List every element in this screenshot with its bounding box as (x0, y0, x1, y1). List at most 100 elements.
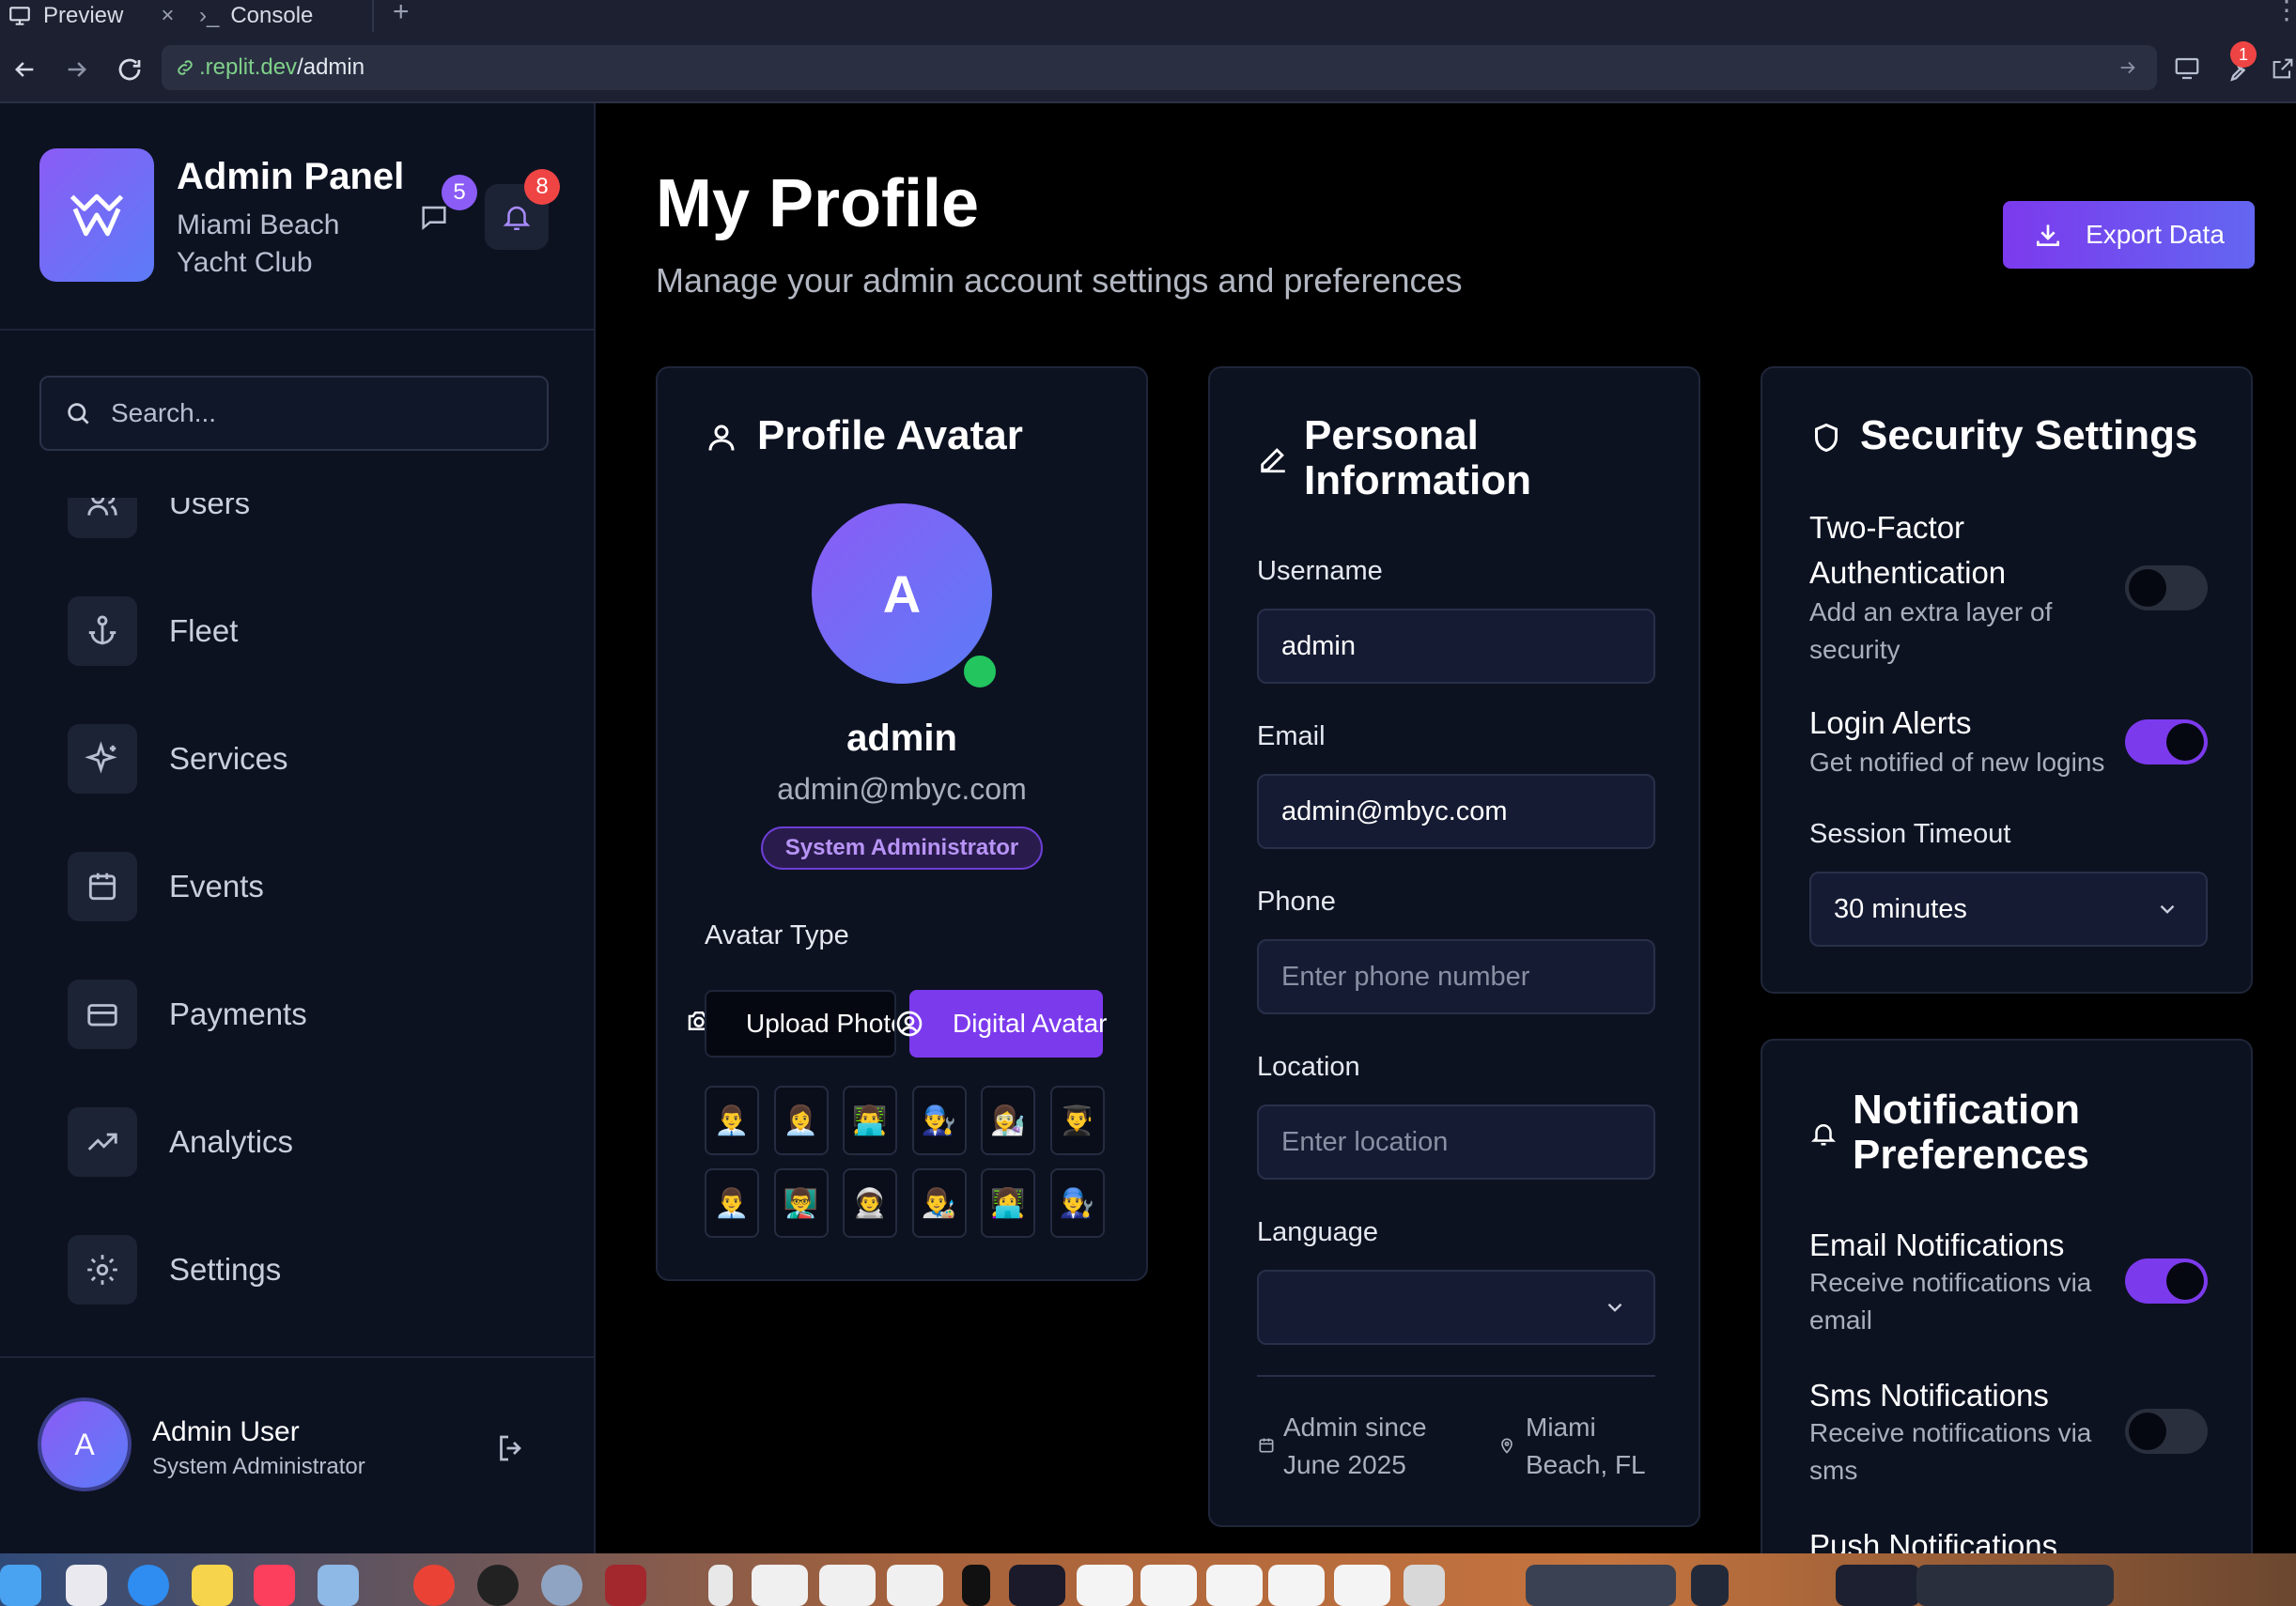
profile-avatar-card: Profile Avatar A admin admin@mbyc.com Sy… (656, 366, 1148, 1281)
avatar-option[interactable]: 👨‍🎓 (1049, 1086, 1105, 1155)
admin-location: Miami Beach, FL (1526, 1413, 1646, 1479)
language-select[interactable] (1257, 1270, 1655, 1345)
export-data-button[interactable]: Export Data (2003, 201, 2255, 269)
phone-placeholder: Enter phone number (1281, 961, 1530, 992)
login-alerts-toggle[interactable] (2125, 719, 2208, 764)
sidebar-item-settings[interactable]: Settings (68, 1234, 575, 1305)
email-label: Email (1257, 721, 1326, 751)
window-thumbnail[interactable] (1077, 1565, 1133, 1606)
two-factor-toggle[interactable] (2125, 565, 2208, 610)
avatar-option[interactable]: 👨‍🚀 (843, 1168, 897, 1238)
window-thumbnail[interactable] (1009, 1565, 1065, 1606)
launchpad-icon[interactable] (66, 1565, 107, 1606)
dictionary-icon[interactable] (605, 1565, 646, 1606)
sidebar-item-services[interactable]: Services (68, 723, 575, 795)
tab-preview[interactable]: Preview × (8, 0, 174, 32)
chevron-down-icon (2160, 904, 2175, 914)
window-thumbnail[interactable] (1836, 1565, 1920, 1606)
avatar-option[interactable]: 👨‍🎨 (911, 1168, 967, 1238)
window-thumbnail[interactable] (1526, 1565, 1676, 1606)
sms-notifications-toggle[interactable] (2125, 1409, 2208, 1454)
username-field[interactable]: admin (1257, 609, 1655, 684)
finder-icon[interactable] (0, 1565, 41, 1606)
avatar-option[interactable]: 👨‍🔧 (1049, 1168, 1105, 1238)
email-notifications-toggle[interactable] (2125, 1259, 2208, 1304)
clock-icon[interactable] (477, 1565, 519, 1606)
sidebar-item-label: Services (169, 741, 288, 776)
window-thumbnail[interactable] (1206, 1565, 1263, 1606)
chrome-icon[interactable] (413, 1565, 455, 1606)
push-notifications-title: Push Notifications (1809, 1528, 2058, 1553)
search-input[interactable]: Search... (39, 376, 549, 451)
file-icon[interactable] (708, 1565, 733, 1606)
anchor-icon (68, 596, 137, 666)
new-tab-button[interactable]: + (393, 0, 410, 28)
avatar[interactable]: A (38, 1398, 132, 1491)
digital-avatar-button[interactable]: Digital Avatar (909, 990, 1107, 1058)
window-thumbnail[interactable] (1691, 1565, 1729, 1606)
messages-icon[interactable] (417, 201, 451, 233)
open-external-icon[interactable] (2270, 54, 2296, 83)
tab-console[interactable]: ›_ Console (199, 0, 313, 32)
window-thumbnail[interactable] (1916, 1565, 2114, 1606)
music-icon[interactable] (254, 1565, 295, 1606)
two-factor-desc: Add an extra layer of security (1809, 597, 2053, 664)
terminal-icon[interactable] (962, 1565, 990, 1606)
link-icon (178, 60, 193, 75)
email-field[interactable]: admin@mbyc.com (1257, 774, 1655, 849)
more-menu-icon[interactable]: ⋮ (2273, 0, 2296, 25)
session-timeout-select[interactable]: 30 minutes (1809, 872, 2208, 947)
page-subtitle: Manage your admin account settings and p… (656, 261, 1463, 300)
sms-notifications-title: Sms Notifications (1809, 1378, 2049, 1413)
window-thumbnail[interactable] (1140, 1565, 1197, 1606)
location-field[interactable]: Enter location (1257, 1104, 1655, 1180)
digital-label: Digital Avatar (953, 1009, 1108, 1038)
avatar-option[interactable]: 👩‍💻 (981, 1168, 1035, 1238)
window-thumbnail[interactable] (1334, 1565, 1390, 1606)
avatar-option[interactable]: 👨‍💼 (705, 1086, 759, 1155)
brand-title: Admin Panel (177, 156, 405, 197)
close-icon[interactable]: × (161, 3, 174, 29)
safari-icon[interactable] (128, 1565, 169, 1606)
divider (1257, 1375, 1655, 1377)
login-alerts-title: Login Alerts (1809, 705, 1972, 740)
logout-icon[interactable] (494, 1431, 528, 1465)
upload-photo-button[interactable]: Upload Photo (705, 990, 896, 1058)
trash-icon[interactable] (1404, 1565, 1445, 1606)
window-thumbnail[interactable] (1268, 1565, 1325, 1606)
sidebar-item-fleet[interactable]: Fleet (68, 595, 575, 667)
avatar-option[interactable]: 👩‍💼 (773, 1086, 829, 1155)
messages-badge: 5 (442, 175, 477, 210)
calendar-icon (1257, 1435, 1276, 1456)
back-button[interactable] (6, 51, 43, 88)
profile-email: admin@mbyc.com (777, 772, 1027, 806)
search-icon (68, 403, 89, 425)
devices-icon[interactable] (2172, 54, 2202, 83)
sidebar-item-payments[interactable]: Payments (68, 979, 575, 1050)
avatar-option[interactable]: 👨‍💻 (843, 1086, 897, 1155)
sidebar-item-events[interactable]: Events (68, 851, 575, 922)
avatar-option[interactable]: 👨‍🏫 (773, 1168, 829, 1238)
avatar-type-label: Avatar Type (705, 920, 849, 950)
window-thumbnail[interactable] (887, 1565, 943, 1606)
sidebar-item-analytics[interactable]: Analytics (68, 1106, 575, 1178)
user-role: System Administrator (152, 1454, 365, 1479)
forward-button[interactable] (58, 51, 96, 88)
url-field[interactable]: .replit.dev/admin (162, 45, 2157, 90)
users-icon (68, 498, 137, 538)
reload-button[interactable] (111, 51, 148, 88)
avatar-option[interactable]: 👨‍🔧 (911, 1086, 967, 1155)
avatar-option[interactable]: 👨‍💼 (705, 1168, 759, 1238)
window-thumbnail[interactable] (752, 1565, 808, 1606)
window-thumbnail[interactable] (819, 1565, 876, 1606)
avatar-option[interactable]: 👩‍🔬 (981, 1086, 1035, 1155)
go-arrow-icon[interactable] (2118, 57, 2138, 78)
preview-icon[interactable] (318, 1565, 359, 1606)
sidebar-item-label: Users (169, 486, 251, 520)
sidebar-item-users[interactable]: Users (68, 486, 575, 539)
email-notifications-title: Email Notifications (1809, 1228, 2065, 1262)
utility-icon[interactable] (541, 1565, 582, 1606)
notes-icon[interactable] (192, 1565, 233, 1606)
phone-field[interactable]: Enter phone number (1257, 939, 1655, 1014)
personal-information-card: Personal Information Username admin Emai… (1208, 366, 1700, 1527)
